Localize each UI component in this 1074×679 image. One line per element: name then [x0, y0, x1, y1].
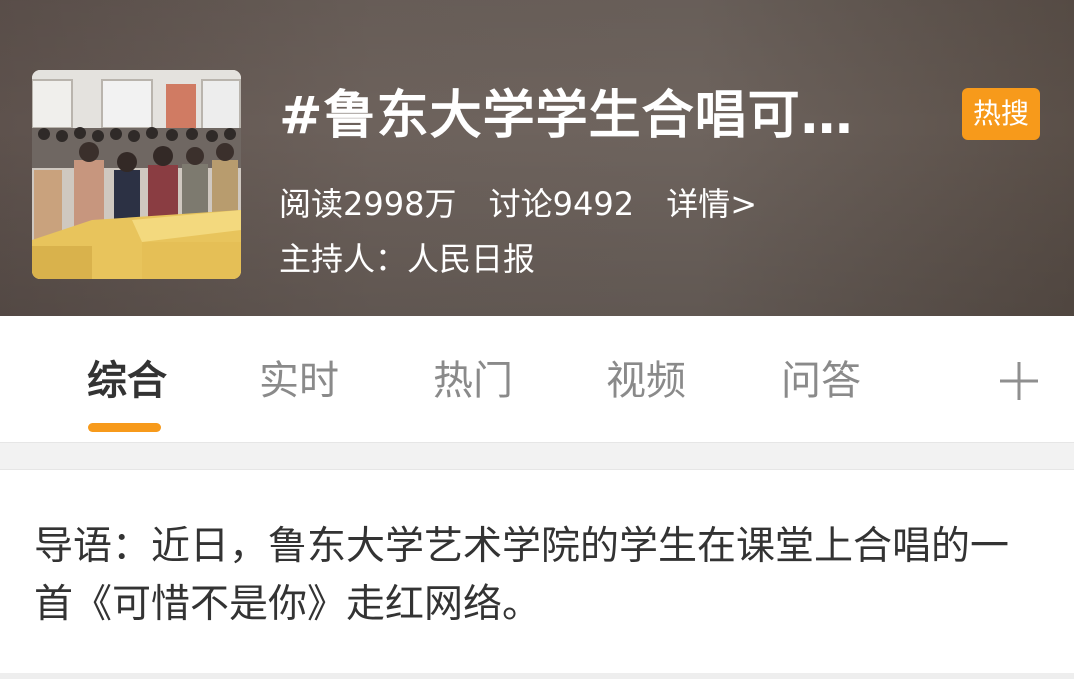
plus-icon[interactable]: [996, 358, 1042, 404]
hot-search-badge: 热搜: [962, 88, 1040, 140]
topic-host: 主持人：人民日报: [279, 240, 536, 278]
tab-bar: 综合 实时 热门 视频 问答: [0, 316, 1074, 442]
tab-comprehensive[interactable]: 综合: [82, 356, 172, 406]
discussion-count: 讨论9492: [488, 185, 635, 223]
topic-header: #鲁东大学学生合唱可… 热搜 阅读2998万 讨论9492 详情> 主持人：人民…: [0, 0, 1074, 316]
topic-intro-text: 导语：近日，鲁东大学艺术学院的学生在课堂上合唱的一首《可惜不是你》走红网络。: [34, 524, 1010, 627]
details-link[interactable]: 详情>: [666, 185, 757, 223]
tab-hot[interactable]: 热门: [428, 356, 518, 406]
topic-stats: 阅读2998万 讨论9492 详情>: [279, 184, 757, 224]
read-count: 阅读2998万: [279, 185, 457, 223]
topic-thumbnail[interactable]: [32, 70, 241, 279]
tab-video[interactable]: 视频: [601, 356, 691, 406]
topic-intro-card: 导语：近日，鲁东大学艺术学院的学生在课堂上合唱的一首《可惜不是你》走红网络。: [0, 470, 1074, 673]
tab-realtime[interactable]: 实时: [254, 356, 344, 406]
tab-qa[interactable]: 问答: [776, 356, 866, 406]
section-divider: [0, 442, 1074, 470]
bottom-divider: [0, 673, 1074, 679]
active-tab-indicator: [88, 423, 161, 432]
classroom-photo: [32, 70, 241, 279]
topic-title: #鲁东大学学生合唱可…: [279, 86, 854, 146]
